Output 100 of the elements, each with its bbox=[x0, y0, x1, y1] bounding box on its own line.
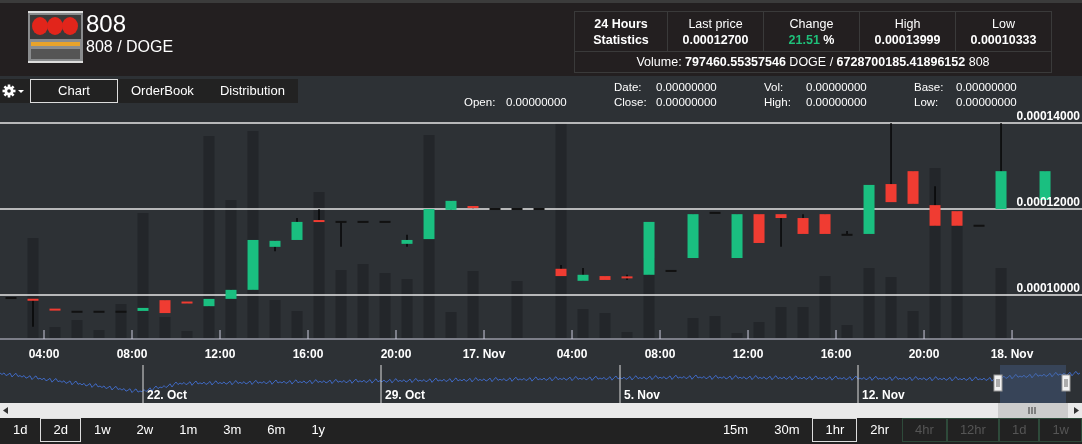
reading-label: Vol: bbox=[764, 80, 785, 95]
candlestick bbox=[841, 230, 853, 236]
candlestick bbox=[93, 310, 105, 313]
scrollbar-thumb[interactable] bbox=[998, 403, 1068, 418]
stat-value: 0.00010333 bbox=[969, 31, 1038, 48]
candlestick bbox=[401, 234, 413, 248]
candlestick bbox=[269, 240, 281, 252]
candlestick bbox=[445, 200, 457, 211]
candlestick bbox=[489, 208, 501, 210]
resize-handle[interactable] bbox=[993, 374, 1003, 392]
candlestick bbox=[907, 170, 919, 205]
axis-label: 16:00 bbox=[292, 347, 324, 361]
date-label: 5. Nov bbox=[624, 388, 660, 402]
axis-label: 04:00 bbox=[28, 347, 60, 361]
axis-label: 17. Nov bbox=[462, 347, 506, 361]
candlestick bbox=[643, 221, 655, 276]
logo-icon bbox=[28, 11, 83, 63]
candlestick bbox=[181, 301, 193, 304]
scroll-left-icon[interactable] bbox=[3, 407, 8, 414]
date-label: 29. Oct bbox=[385, 388, 426, 402]
stat-value: 0.00012700 bbox=[681, 31, 750, 48]
candlestick bbox=[159, 299, 171, 314]
reading-value: 0.00000000 bbox=[506, 95, 567, 110]
candlestick bbox=[731, 213, 743, 259]
scroll-right-icon[interactable] bbox=[1074, 407, 1079, 414]
statistics-heading: 24 Hours Statistics bbox=[592, 15, 650, 48]
axis-label: 08:00 bbox=[644, 347, 676, 361]
candlestick bbox=[753, 213, 765, 244]
axis-label: 20:00 bbox=[908, 347, 940, 361]
axis-label: 0.00012000 bbox=[1016, 195, 1080, 209]
market-title: 808 bbox=[86, 11, 128, 37]
axis-label: 0.00010000 bbox=[1016, 281, 1080, 295]
candlestick bbox=[49, 308, 61, 311]
candlestick bbox=[137, 307, 149, 312]
candlestick bbox=[665, 269, 677, 272]
axis-label: 08:00 bbox=[116, 347, 148, 361]
reading-value: 0.00000000 bbox=[956, 80, 1017, 95]
candlestick bbox=[687, 213, 699, 259]
candlestick bbox=[511, 208, 523, 210]
reading-label: Low: bbox=[914, 95, 940, 110]
candlestick bbox=[929, 185, 941, 227]
candlestick bbox=[863, 184, 875, 235]
selection-window[interactable] bbox=[1000, 365, 1066, 403]
candlestick bbox=[5, 297, 17, 299]
change-value: 21.51 bbox=[788, 32, 820, 47]
axis-label: 12:00 bbox=[204, 347, 236, 361]
axis-label: 04:00 bbox=[556, 347, 588, 361]
date-label: 12. Nov bbox=[862, 388, 905, 402]
candlestick bbox=[797, 213, 809, 235]
axis-label: 16:00 bbox=[820, 347, 852, 361]
stat-label: High bbox=[893, 15, 922, 32]
axis-label: 18. Nov bbox=[990, 347, 1034, 361]
reading-value: 0.00000000 bbox=[656, 95, 717, 110]
stat-label: Change bbox=[788, 15, 835, 32]
resize-handle[interactable] bbox=[1061, 374, 1071, 392]
candlestick bbox=[599, 275, 611, 281]
candlestick bbox=[467, 205, 479, 209]
candlestick bbox=[577, 267, 589, 282]
candlestick bbox=[247, 239, 259, 291]
candlestick bbox=[71, 310, 83, 313]
candlestick bbox=[775, 213, 787, 248]
candlestick bbox=[533, 208, 545, 210]
reading-value: 0.00000000 bbox=[656, 80, 717, 95]
axis-label: 0.00014000 bbox=[1016, 110, 1080, 123]
candlestick bbox=[819, 213, 831, 235]
date-label: 22. Oct bbox=[147, 388, 188, 402]
candlestick bbox=[357, 220, 369, 223]
reading-label: Open: bbox=[464, 95, 497, 110]
stat-label: Low bbox=[991, 15, 1016, 32]
reading-label: Date: bbox=[614, 80, 643, 95]
settings-icon bbox=[2, 84, 26, 98]
candlestick bbox=[291, 217, 303, 241]
candlestick bbox=[423, 208, 435, 240]
axis-label: 12:00 bbox=[732, 347, 764, 361]
reading-value: 0.00000000 bbox=[956, 95, 1017, 110]
percent-sign: % bbox=[823, 32, 835, 47]
candlestick bbox=[709, 211, 721, 214]
candlestick bbox=[313, 208, 325, 223]
reading-label: Close: bbox=[614, 95, 648, 110]
stat-value: 0.00013999 bbox=[873, 31, 942, 48]
candlestick bbox=[379, 220, 391, 223]
pair-name: 808 / DOGE bbox=[86, 37, 174, 57]
reading-label: Base: bbox=[914, 80, 945, 95]
candlestick bbox=[203, 298, 215, 307]
scrollbar[interactable] bbox=[0, 403, 1082, 418]
range-button[interactable]: 2d bbox=[40, 418, 81, 442]
stat-label: Last price bbox=[687, 15, 744, 32]
candlestick bbox=[951, 210, 963, 227]
tab[interactable]: Chart bbox=[30, 79, 118, 103]
candlestick bbox=[973, 224, 985, 227]
candlestick bbox=[555, 264, 567, 277]
axis-label: 20:00 bbox=[380, 347, 412, 361]
interval-button[interactable]: 1hr bbox=[812, 418, 858, 442]
reading-value: 0.00000000 bbox=[806, 95, 867, 110]
candlestick bbox=[225, 289, 237, 300]
reading-value: 0.00000000 bbox=[806, 80, 867, 95]
candlestick bbox=[335, 220, 347, 248]
volume-text: Volume: 797460.55357546 DOGE / 6728700185.41896152 808 bbox=[574, 51, 1052, 73]
reading-label: High: bbox=[764, 95, 792, 110]
candlestick bbox=[27, 298, 39, 328]
